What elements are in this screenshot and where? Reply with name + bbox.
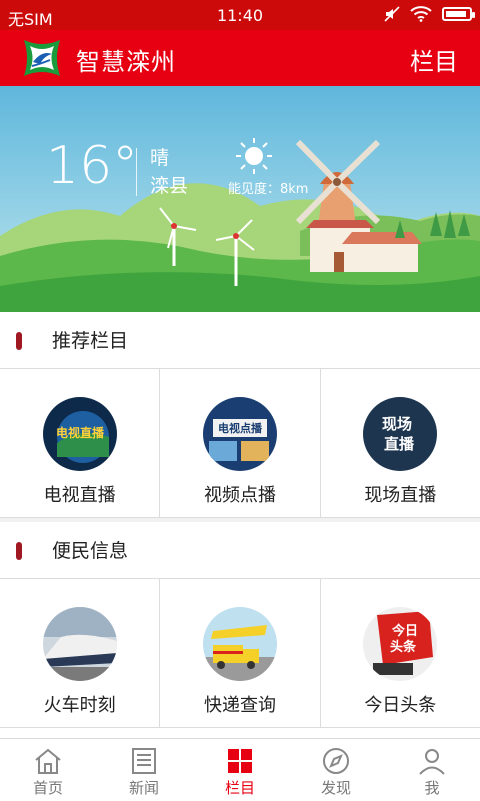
grid-item-label: 视频点播 — [203, 485, 276, 506]
headline-news-icon: 今日 头条 — [363, 607, 438, 681]
user-icon — [419, 749, 445, 775]
grid-item-live-scene[interactable]: 现场 直播 现场直播 — [321, 369, 480, 517]
weather-banner[interactable]: 16° 晴 滦县 能见度：8km — [0, 86, 480, 312]
tab-label: 发现 — [320, 779, 351, 797]
section-header-convenience: 便民信息 — [0, 522, 480, 578]
status-bar: 无SIM 11:40 — [0, 0, 480, 30]
grid-item-label: 今日头条 — [364, 695, 437, 716]
convenience-grid: 火车时刻 快递查询 今日 头条 今日头条 — [0, 578, 480, 728]
home-icon — [35, 748, 61, 774]
tab-label: 栏目 — [224, 779, 255, 797]
weather-location: 滦县 — [150, 175, 189, 197]
scene-icon-text-bottom: 直播 — [384, 435, 415, 453]
tab-label: 首页 — [32, 779, 63, 797]
section-title: 推荐栏目 — [52, 330, 129, 352]
grid-item-label: 火车时刻 — [43, 695, 116, 716]
tab-home[interactable]: 首页 — [0, 739, 96, 801]
news-icon-text-bottom: 头条 — [390, 639, 417, 655]
recommended-grid: 电视直播 电视直播 电视点播 视频点播 现场 直播 现场直播 — [0, 368, 480, 518]
tab-label: 我 — [424, 779, 440, 797]
columns-button[interactable]: 栏目 — [410, 42, 458, 77]
status-icons — [384, 6, 475, 22]
app-header: 智慧滦州 栏目 — [0, 30, 480, 86]
tab-columns[interactable]: 栏目 — [192, 739, 288, 801]
scene-icon-text-top: 现场 — [382, 415, 412, 433]
tv-live-icon: 电视直播 — [42, 397, 117, 471]
weather-condition: 晴 — [150, 147, 170, 169]
tab-news[interactable]: 新闻 — [96, 739, 192, 801]
grid-item-train[interactable]: 火车时刻 — [0, 579, 161, 727]
grid-item-delivery[interactable]: 快递查询 — [160, 579, 321, 727]
section-marker — [16, 542, 22, 560]
grid-item-video-on-demand[interactable]: 电视点播 视频点播 — [160, 369, 321, 517]
bottom-tab-bar: 首页 新闻 栏目 发现 我 — [0, 738, 480, 801]
grid-item-label: 电视直播 — [43, 485, 116, 506]
news-icon-text-top: 今日 — [391, 623, 418, 639]
app-title: 智慧滦州 — [76, 48, 176, 76]
train-icon — [42, 607, 117, 681]
tab-discover[interactable]: 发现 — [288, 739, 384, 801]
grid-item-headline-news[interactable]: 今日 头条 今日头条 — [321, 579, 480, 727]
section-title: 便民信息 — [52, 540, 129, 562]
tv-icon-text: 电视直播 — [56, 425, 105, 440]
battery-icon — [442, 7, 475, 21]
section-marker — [16, 332, 22, 350]
section-header-recommended: 推荐栏目 — [0, 312, 480, 368]
grid-item-label: 现场直播 — [364, 485, 437, 506]
weather-divider — [136, 148, 137, 196]
weather-illustration — [0, 86, 480, 312]
video-on-demand-icon: 电视点播 — [202, 397, 277, 471]
delivery-truck-icon — [202, 607, 277, 681]
grid-item-label: 快递查询 — [203, 695, 276, 716]
temperature: 16° — [46, 136, 139, 196]
tab-me[interactable]: 我 — [384, 739, 480, 801]
wifi-icon — [410, 6, 432, 22]
video-icon-text: 电视点播 — [218, 421, 263, 435]
tab-label: 新闻 — [128, 779, 159, 797]
live-scene-icon: 现场 直播 — [363, 397, 438, 471]
news-icon — [132, 748, 156, 774]
visibility-label: 能见度：8km — [228, 182, 309, 197]
grid-item-tv-live[interactable]: 电视直播 电视直播 — [0, 369, 161, 517]
mute-icon — [384, 6, 400, 22]
grid-icon — [228, 749, 252, 773]
weather-info: 晴 滦县 — [150, 144, 188, 200]
app-logo-icon — [24, 40, 60, 76]
compass-icon — [323, 748, 349, 774]
